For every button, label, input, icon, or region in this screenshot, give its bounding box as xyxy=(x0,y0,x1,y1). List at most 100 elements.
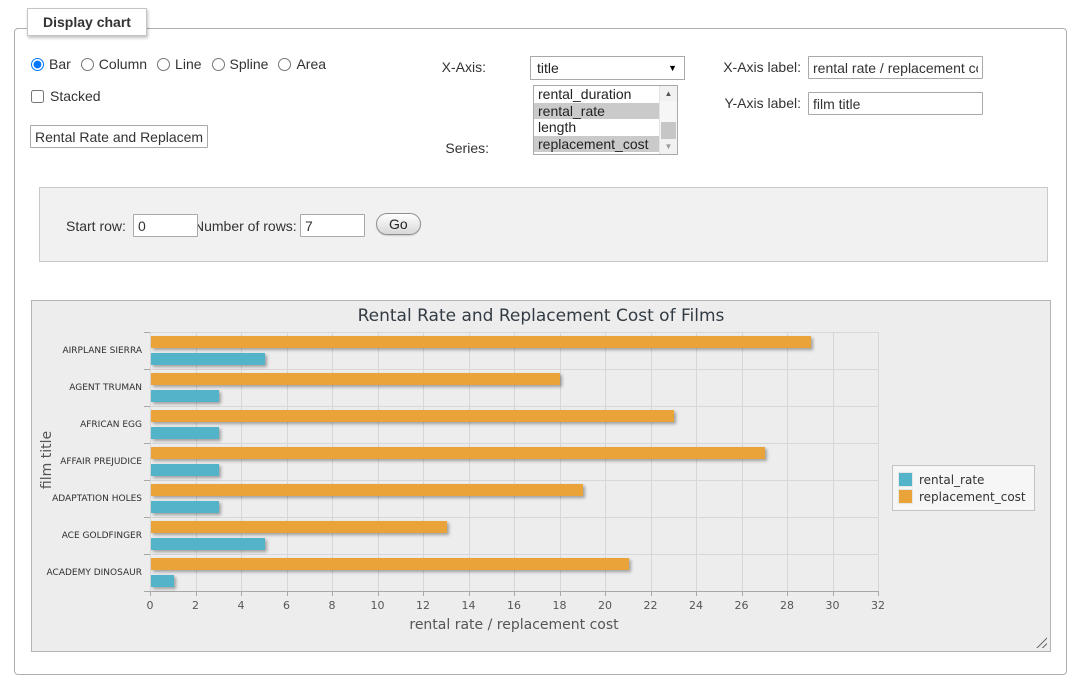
grid-line-v xyxy=(150,332,151,591)
x-axis-select[interactable]: title ▼ xyxy=(530,56,685,80)
y-tick xyxy=(144,443,150,444)
legend-label: rental_rate xyxy=(919,473,984,487)
radio-option-column: Column xyxy=(81,56,147,72)
chart-type-radio-column[interactable] xyxy=(81,58,94,71)
legend-label: replacement_cost xyxy=(919,490,1026,504)
grid-line-h xyxy=(150,369,878,370)
series-option-replacement_cost[interactable]: replacement_cost xyxy=(534,136,660,153)
grid-line-v xyxy=(560,332,561,591)
y-tick xyxy=(144,554,150,555)
category-label: ACADEMY DINOSAUR xyxy=(22,568,142,578)
grid-line-v xyxy=(696,332,697,591)
chart-type-radio-area[interactable] xyxy=(278,58,291,71)
radio-option-area: Area xyxy=(278,56,326,72)
series-scrollbar[interactable]: ▲ ▼ xyxy=(659,86,677,154)
x-tick-label: 0 xyxy=(133,599,167,612)
y-axis-label-label: Y-Axis label: xyxy=(701,95,801,111)
chart-type-radio-label: Line xyxy=(175,56,201,72)
grid-line-v xyxy=(787,332,788,591)
grid-line-h xyxy=(150,406,878,407)
x-tick-label: 4 xyxy=(224,599,258,612)
x-axis-select-label: X-Axis: xyxy=(406,59,486,75)
bar-replacement_cost xyxy=(151,521,447,533)
x-axis-label-input[interactable] xyxy=(808,56,983,79)
resize-handle-icon[interactable] xyxy=(1036,637,1047,648)
x-tick-label: 10 xyxy=(361,599,395,612)
scroll-up-icon[interactable]: ▲ xyxy=(660,86,677,101)
x-tick-label: 26 xyxy=(725,599,759,612)
bar-replacement_cost xyxy=(151,484,583,496)
bar-replacement_cost xyxy=(151,410,674,422)
num-rows-label: Number of rows: xyxy=(194,218,297,234)
category-label: AIRPLANE SIERRA xyxy=(22,346,142,356)
legend-item-replacement_cost[interactable]: replacement_cost xyxy=(898,489,1026,504)
x-tick-label: 30 xyxy=(816,599,850,612)
bar-rental_rate xyxy=(151,501,219,513)
series-select-label: Series: xyxy=(409,140,489,156)
grid-line-v xyxy=(469,332,470,591)
x-axis-selected-value: title xyxy=(537,60,559,76)
series-option-length[interactable]: length xyxy=(534,119,660,136)
chart-legend: rental_rate replacement_cost xyxy=(892,465,1035,511)
y-axis-title: film title xyxy=(39,360,55,560)
x-tick-label: 12 xyxy=(406,599,440,612)
x-tick-label: 16 xyxy=(497,599,531,612)
grid-line-v xyxy=(742,332,743,591)
chart-type-radio-group: Bar Column Line Spline Area xyxy=(31,56,336,72)
bar-replacement_cost xyxy=(151,447,765,459)
grid-line-v xyxy=(378,332,379,591)
chart-type-radio-label: Spline xyxy=(230,56,269,72)
grid-line-h xyxy=(150,554,878,555)
stacked-row: Stacked xyxy=(31,88,101,104)
series-options: rental_durationrental_ratelengthreplacem… xyxy=(534,86,660,152)
bar-replacement_cost xyxy=(151,336,811,348)
scroll-down-icon[interactable]: ▼ xyxy=(660,139,677,154)
grid-line-h xyxy=(150,332,878,333)
chart-title: Rental Rate and Replacement Cost of Film… xyxy=(32,306,1050,326)
x-tick-label: 24 xyxy=(679,599,713,612)
legend-item-rental_rate[interactable]: rental_rate xyxy=(898,472,1026,487)
grid-line-v xyxy=(878,332,879,591)
chart-title-input[interactable] xyxy=(30,125,208,148)
grid-line-v xyxy=(241,332,242,591)
x-tick-label: 6 xyxy=(270,599,304,612)
y-axis-label-input[interactable] xyxy=(808,92,983,115)
grid-line-h xyxy=(150,443,878,444)
x-tick-label: 22 xyxy=(634,599,668,612)
stacked-label: Stacked xyxy=(50,88,101,104)
y-tick xyxy=(144,332,150,333)
rows-panel: Start row: Number of rows: Go xyxy=(39,187,1048,262)
num-rows-input[interactable] xyxy=(300,214,365,237)
grid-line-v xyxy=(514,332,515,591)
stacked-checkbox[interactable] xyxy=(31,90,44,103)
grid-line-v xyxy=(605,332,606,591)
chart-type-radio-bar[interactable] xyxy=(31,58,44,71)
series-listbox[interactable]: rental_durationrental_ratelengthreplacem… xyxy=(533,85,678,155)
chart-type-radio-label: Column xyxy=(99,56,147,72)
bar-rental_rate xyxy=(151,427,219,439)
series-option-rental_rate[interactable]: rental_rate xyxy=(534,103,660,120)
x-tick-label: 14 xyxy=(452,599,486,612)
chart-container: Rental Rate and Replacement Cost of Film… xyxy=(31,300,1051,652)
series-option-rental_duration[interactable]: rental_duration xyxy=(534,86,660,103)
x-tick-label: 32 xyxy=(861,599,895,612)
x-tick-label: 20 xyxy=(588,599,622,612)
grid-line-v xyxy=(833,332,834,591)
chart-type-radio-label: Bar xyxy=(49,56,71,72)
bar-rental_rate xyxy=(151,538,265,550)
chart-type-radio-spline[interactable] xyxy=(212,58,225,71)
y-tick xyxy=(144,480,150,481)
x-tick-label: 18 xyxy=(543,599,577,612)
x-tick-label: 28 xyxy=(770,599,804,612)
grid-line-v xyxy=(423,332,424,591)
y-tick xyxy=(144,406,150,407)
chart-type-radio-line[interactable] xyxy=(157,58,170,71)
bar-replacement_cost xyxy=(151,558,629,570)
grid-line-v xyxy=(287,332,288,591)
bar-rental_rate xyxy=(151,353,265,365)
bar-rental_rate xyxy=(151,464,219,476)
grid-line-v xyxy=(196,332,197,591)
radio-option-spline: Spline xyxy=(212,56,269,72)
start-row-input[interactable] xyxy=(133,214,198,237)
go-button[interactable]: Go xyxy=(376,213,421,235)
